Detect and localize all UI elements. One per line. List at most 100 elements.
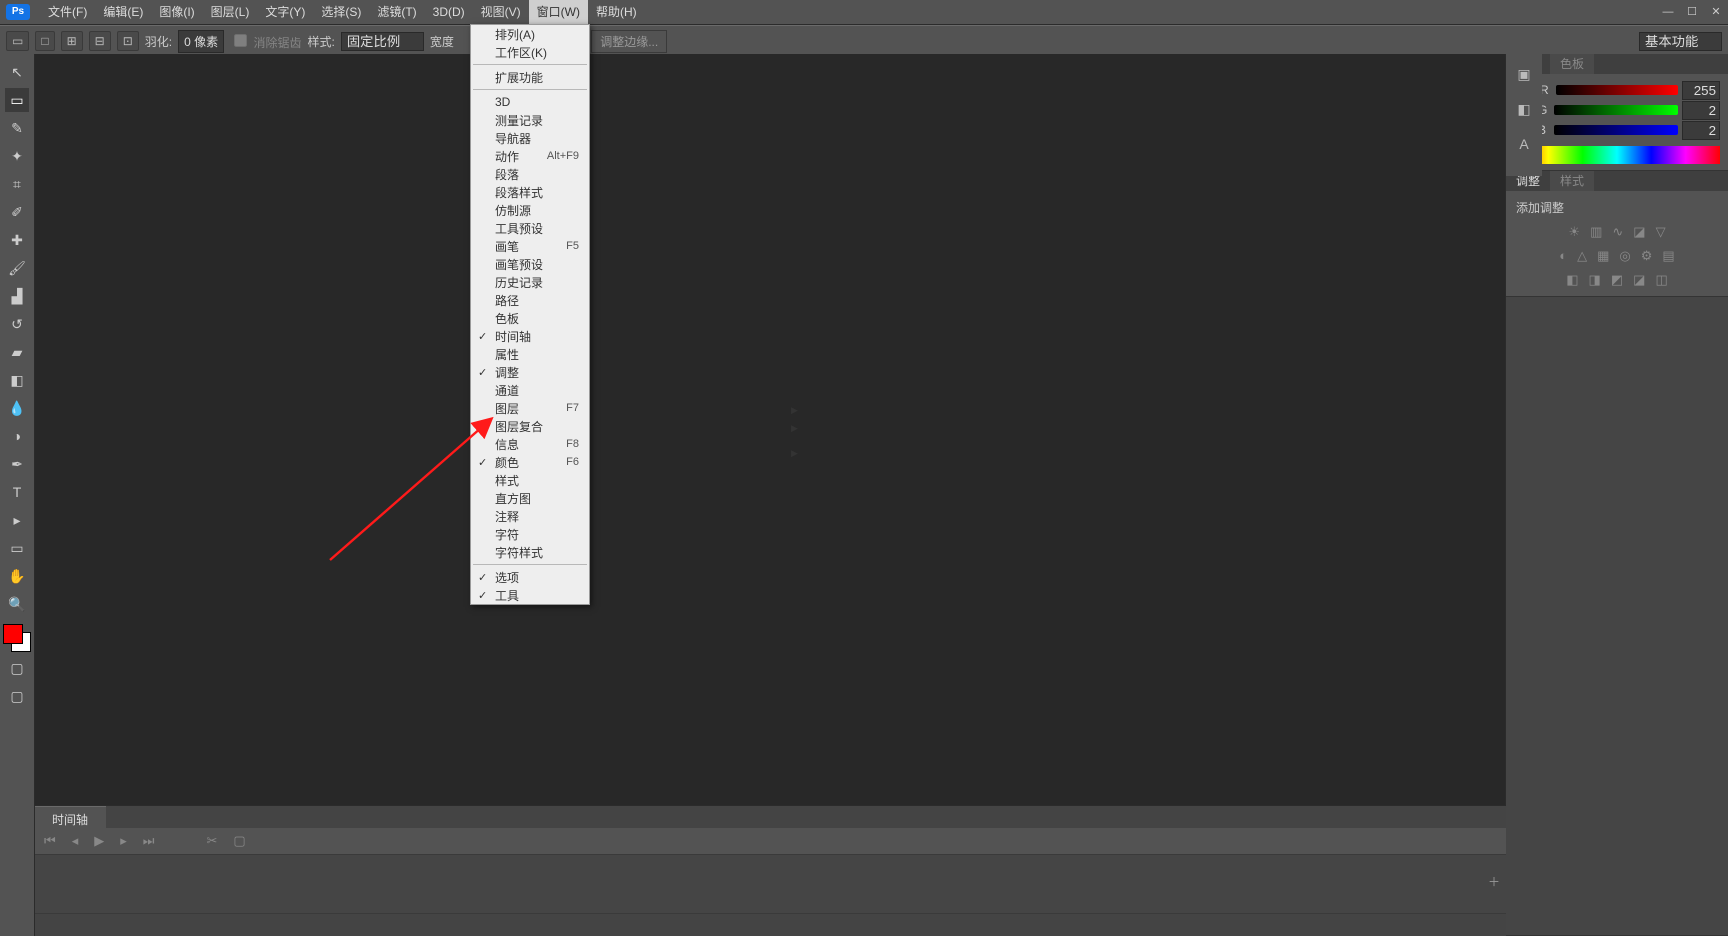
window-menu-item[interactable]: 画笔预设 — [471, 255, 589, 273]
type-tool[interactable]: T — [5, 480, 29, 504]
move-tool[interactable]: ↖ — [5, 60, 29, 84]
g-input[interactable] — [1682, 101, 1720, 120]
g-slider[interactable] — [1554, 105, 1678, 115]
menu-图像(I)[interactable]: 图像(I) — [151, 0, 202, 24]
window-menu-item[interactable]: 色板 — [471, 309, 589, 327]
minimize-icon[interactable]: — — [1656, 0, 1680, 24]
maximize-icon[interactable]: ☐ — [1680, 0, 1704, 24]
refine-edge-button[interactable]: 调整边缘... — [591, 30, 667, 53]
window-menu-item[interactable]: 段落 — [471, 165, 589, 183]
adjustment-preset-row-2[interactable]: ◐△▦ ◎⚙▤ — [1516, 248, 1718, 264]
dodge-tool[interactable]: ◑ — [5, 424, 29, 448]
window-menu-item[interactable]: 3D — [471, 93, 589, 111]
last-frame-icon[interactable]: ⏭ — [143, 833, 155, 849]
properties-icon[interactable]: ◧ — [1517, 101, 1530, 118]
marquee-preset-icon[interactable]: ▭ — [6, 31, 29, 51]
r-input[interactable] — [1682, 81, 1720, 100]
menu-3D(D)[interactable]: 3D(D) — [425, 0, 473, 24]
menu-文件(F)[interactable]: 文件(F) — [40, 0, 95, 24]
stamp-tool[interactable]: ▟ — [5, 284, 29, 308]
menu-文字(Y)[interactable]: 文字(Y) — [257, 0, 313, 24]
blur-tool[interactable]: 💧 — [5, 396, 29, 420]
eyedropper-tool[interactable]: ✐ — [5, 200, 29, 224]
new-selection-icon[interactable]: □ — [35, 31, 54, 51]
window-menu-item[interactable]: 样式 — [471, 471, 589, 489]
feather-input[interactable]: 0 像素 — [178, 30, 224, 53]
workspace-switcher[interactable]: 基本功能 — [1639, 32, 1722, 51]
window-menu-item[interactable]: 工具预设 — [471, 219, 589, 237]
b-input[interactable] — [1682, 121, 1720, 140]
lasso-tool[interactable]: ✎ — [5, 116, 29, 140]
menu-视图(V)[interactable]: 视图(V) — [473, 0, 529, 24]
magic-wand-tool[interactable]: ✦ — [5, 144, 29, 168]
first-frame-icon[interactable]: ⏮ — [44, 833, 56, 849]
window-menu-item[interactable]: 注释 — [471, 507, 589, 525]
window-menu-item[interactable]: 字符样式 — [471, 543, 589, 561]
cut-icon[interactable]: ✂ — [206, 833, 217, 849]
timeline-controls[interactable]: ⏮ ◂ ▶ ▸ ⏭ ✂ ▢ — [34, 828, 1506, 854]
window-menu-item[interactable]: 信息F8 — [471, 435, 589, 453]
window-menu-item[interactable]: 历史记录 — [471, 273, 589, 291]
tab-timeline[interactable]: 时间轴 — [34, 806, 106, 832]
zoom-tool[interactable]: 🔍 — [5, 592, 29, 616]
window-menu-item[interactable]: 时间轴✓ — [471, 327, 589, 345]
character-icon[interactable]: A — [1519, 136, 1528, 152]
play-icon[interactable]: ▶ — [94, 833, 104, 849]
b-slider[interactable] — [1554, 125, 1678, 135]
window-menu-item[interactable]: 测量记录 — [471, 111, 589, 129]
adjustment-preset-row-1[interactable]: ☀▥∿ ◪▽ — [1516, 224, 1718, 240]
window-menu-item[interactable]: 导航器 — [471, 129, 589, 147]
canvas-area[interactable] — [34, 54, 1506, 806]
path-select-tool[interactable]: ▸ — [5, 508, 29, 532]
style-select[interactable]: 固定比例 — [341, 32, 424, 51]
subtract-selection-icon[interactable]: ⊟ — [89, 31, 111, 51]
prev-frame-icon[interactable]: ◂ — [72, 833, 79, 849]
history-brush-tool[interactable]: ↺ — [5, 312, 29, 336]
window-menu-item[interactable]: 字符 — [471, 525, 589, 543]
marquee-tool[interactable]: ▭ — [5, 88, 29, 112]
brush-tool[interactable]: 🖌 — [5, 256, 29, 280]
next-frame-icon[interactable]: ▸ — [120, 833, 127, 849]
window-menu-item[interactable]: 扩展功能▶ — [471, 68, 589, 86]
window-menu-dropdown[interactable]: 排列(A)▶工作区(K)▶ 扩展功能▶ 3D测量记录导航器动作Alt+F9段落段落样… — [470, 24, 590, 605]
shape-tool[interactable]: ▭ — [5, 536, 29, 560]
window-menu-item[interactable]: 仿制源 — [471, 201, 589, 219]
window-menu-item[interactable]: 颜色✓F6 — [471, 453, 589, 471]
intersect-selection-icon[interactable]: ⊡ — [117, 31, 139, 51]
crop-tool[interactable]: ⌗ — [5, 172, 29, 196]
window-menu-item[interactable]: 图层F7 — [471, 399, 589, 417]
window-menu-item[interactable]: 动作Alt+F9 — [471, 147, 589, 165]
window-menu-item[interactable]: 路径 — [471, 291, 589, 309]
collapsed-panel-strip[interactable]: ▣ ◧ A — [1505, 54, 1542, 176]
menu-编辑(E)[interactable]: 编辑(E) — [95, 0, 151, 24]
window-controls[interactable]: — ☐ ✕ — [1656, 0, 1728, 24]
tab-styles[interactable]: 样式 — [1550, 171, 1594, 191]
window-menu-item[interactable]: 调整✓ — [471, 363, 589, 381]
close-icon[interactable]: ✕ — [1704, 0, 1728, 24]
window-menu-item[interactable]: 画笔F5 — [471, 237, 589, 255]
menu-选择(S)[interactable]: 选择(S) — [313, 0, 369, 24]
window-menu-item[interactable]: 属性 — [471, 345, 589, 363]
window-menu-item[interactable]: 工作区(K)▶ — [471, 43, 589, 61]
gradient-tool[interactable]: ◧ — [5, 368, 29, 392]
hand-tool[interactable]: ✋ — [5, 564, 29, 588]
add-track-icon[interactable]: ＋ — [1488, 873, 1500, 890]
window-menu-item[interactable]: 图层复合 — [471, 417, 589, 435]
window-menu-item[interactable]: 工具✓ — [471, 586, 589, 604]
window-menu-item[interactable]: 通道 — [471, 381, 589, 399]
r-slider[interactable] — [1556, 85, 1678, 95]
screenmode-icon[interactable]: ▢ — [5, 684, 29, 708]
window-menu-item[interactable]: 排列(A)▶ — [471, 25, 589, 43]
timeline-track-area[interactable]: ＋ — [34, 854, 1506, 914]
quickmask-icon[interactable]: ▢ — [5, 656, 29, 680]
history-icon[interactable]: ▣ — [1517, 66, 1530, 83]
menu-帮助(H)[interactable]: 帮助(H) — [588, 0, 645, 24]
menu-滤镜(T)[interactable]: 滤镜(T) — [369, 0, 424, 24]
transition-icon[interactable]: ▢ — [233, 833, 245, 849]
foreground-background-swatch[interactable] — [3, 624, 31, 652]
healing-brush-tool[interactable]: ✚ — [5, 228, 29, 252]
window-menu-item[interactable]: 段落样式 — [471, 183, 589, 201]
menu-图层(L)[interactable]: 图层(L) — [203, 0, 258, 24]
eraser-tool[interactable]: ▰ — [5, 340, 29, 364]
pen-tool[interactable]: ✒ — [5, 452, 29, 476]
